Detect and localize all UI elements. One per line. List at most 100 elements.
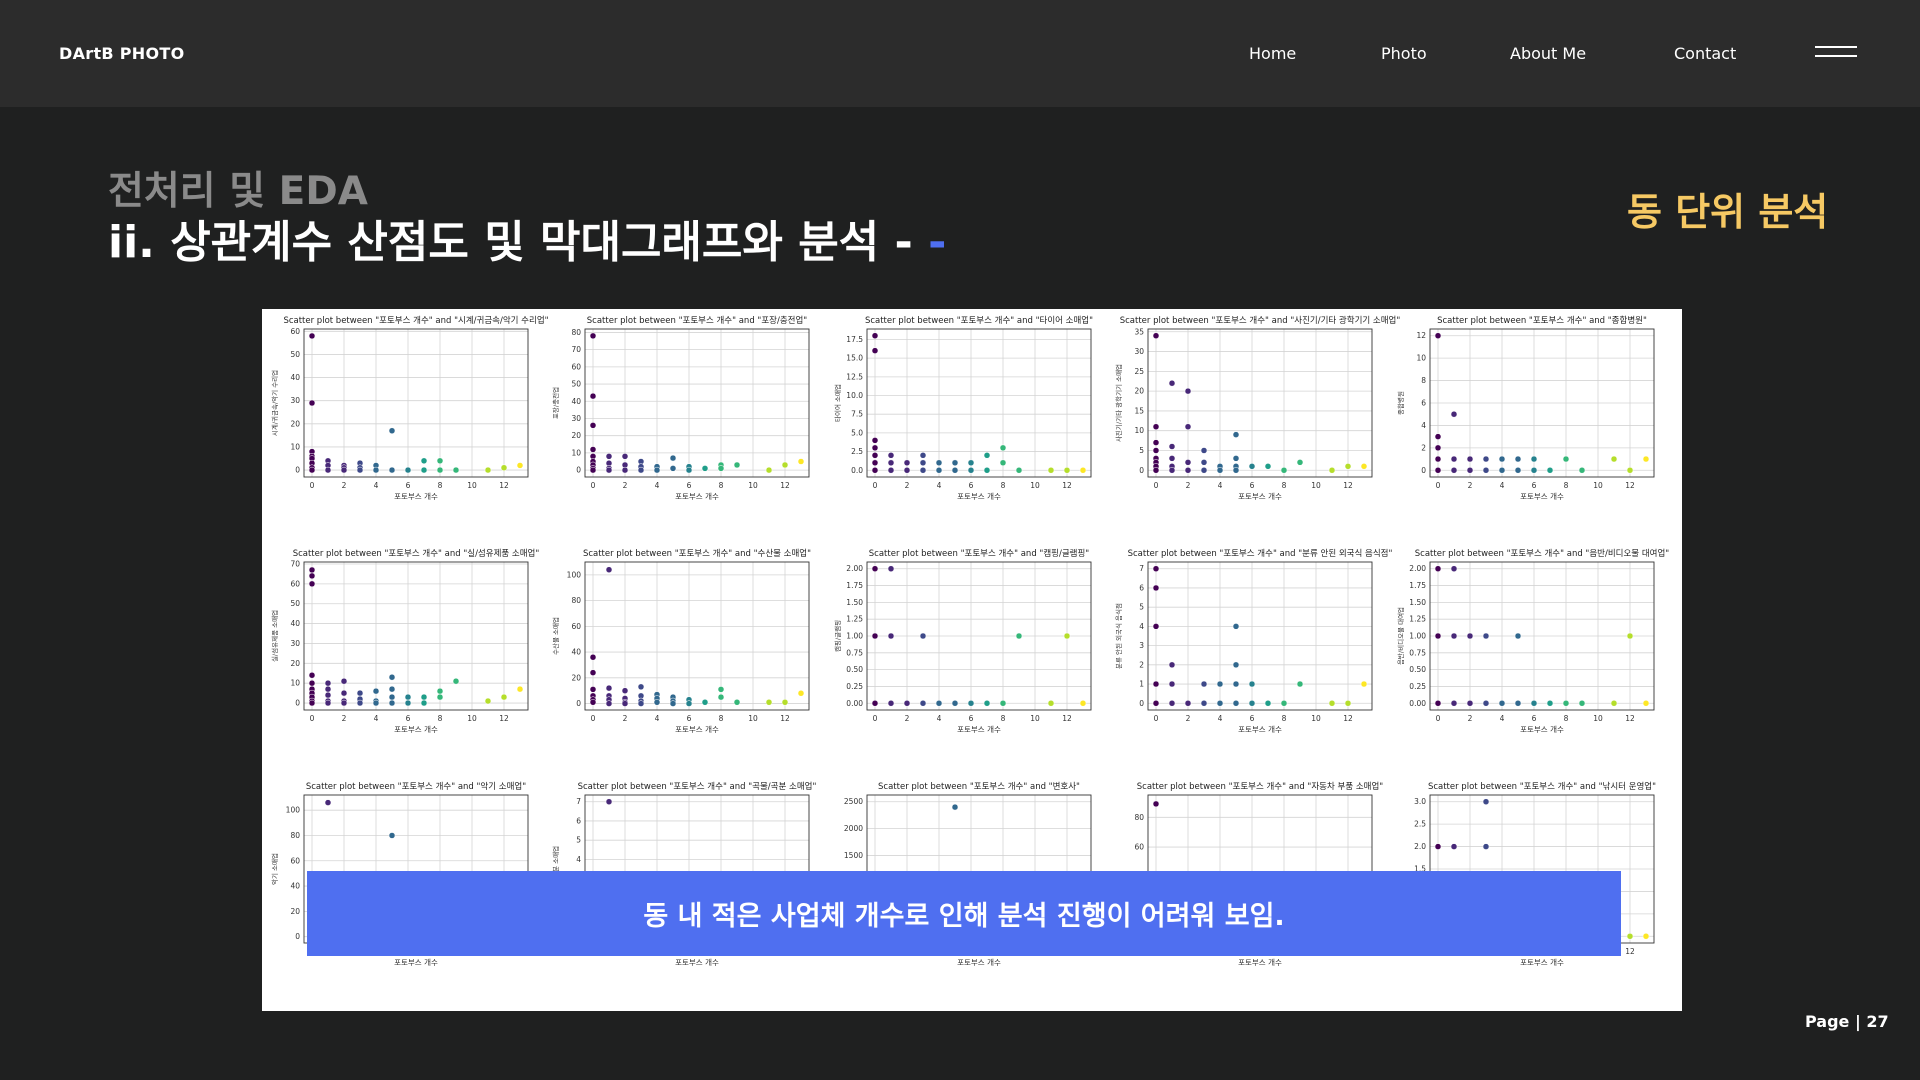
scatter-point <box>605 466 613 474</box>
x-tick-label: 0 <box>873 481 878 490</box>
scatter-point <box>1216 680 1224 688</box>
x-tick-label: 10 <box>1030 481 1040 490</box>
scatter-point <box>1498 455 1506 463</box>
scatter-point <box>797 458 805 465</box>
scatter-point <box>308 399 316 407</box>
scatter-point <box>1450 632 1458 640</box>
scatter-point <box>404 699 412 707</box>
scatter-point <box>1232 623 1240 630</box>
x-axis-label: 포토부스 개수 <box>394 724 438 734</box>
x-tick-label: 0 <box>591 481 596 490</box>
scatter-point <box>308 332 316 340</box>
scatter-point <box>1434 444 1442 452</box>
scatter-point <box>1152 584 1160 592</box>
plot-title: Scatter plot between "포토부스 개수" and "자동차 … <box>1137 781 1384 792</box>
x-tick-label: 12 <box>499 481 509 490</box>
scatter-point <box>1152 439 1160 446</box>
scatter-point <box>589 332 597 340</box>
hamburger-menu-icon[interactable] <box>1815 46 1857 58</box>
scatter-point <box>621 687 629 694</box>
scatter-point <box>1015 467 1023 474</box>
nav-contact[interactable]: Contact <box>1674 44 1736 63</box>
scatter-point <box>1280 700 1288 707</box>
scatter-point <box>1152 332 1160 339</box>
y-tick-label: 0 <box>576 466 581 475</box>
nav-about-me[interactable]: About Me <box>1510 44 1586 63</box>
x-tick-label: 6 <box>969 481 974 490</box>
nav-photo[interactable]: Photo <box>1381 44 1427 63</box>
scatter-point <box>887 467 895 474</box>
y-tick-label: 12.5 <box>846 372 863 381</box>
y-tick-label: 15.0 <box>846 354 863 363</box>
scatter-point <box>356 689 364 697</box>
y-tick-label: 7 <box>576 797 581 806</box>
scatter-point <box>1450 700 1458 707</box>
top-navigation-bar: DArtB PHOTO Home Photo About Me Contact <box>0 0 1920 107</box>
scatter-point <box>372 699 380 707</box>
y-tick-label: 8 <box>1421 376 1426 385</box>
scatter-plot-10: Scatter plot between "포토부스 개수" and "음반/비… <box>1396 548 1669 734</box>
x-tick-label: 4 <box>937 481 942 490</box>
scatter-point <box>308 566 316 574</box>
plot-title: Scatter plot between "포토부스 개수" and "악기 소… <box>306 781 526 792</box>
scatter-point <box>871 467 879 474</box>
x-tick-label: 6 <box>1532 481 1537 490</box>
x-axis-label: 포토부스 개수 <box>394 957 438 967</box>
y-tick-label: 0 <box>295 466 300 475</box>
x-tick-label: 10 <box>748 714 758 723</box>
scatter-plot-3: Scatter plot between "포토부스 개수" and "타이어 … <box>833 315 1093 501</box>
scatter-point <box>1450 843 1458 850</box>
scatter-point <box>1466 632 1474 640</box>
scatter-point <box>388 832 396 839</box>
x-tick-label: 4 <box>655 714 660 723</box>
y-tick-label: 60 <box>290 856 300 865</box>
scatter-point <box>484 466 492 474</box>
y-tick-label: 10 <box>290 442 300 451</box>
x-axis-label: 포토부스 개수 <box>957 491 1001 501</box>
scatter-point <box>871 347 879 354</box>
brand-logo[interactable]: DArtB PHOTO <box>59 44 185 63</box>
x-axis-label: 포토부스 개수 <box>675 724 719 734</box>
x-axis-label: 포토부스 개수 <box>1238 957 1282 967</box>
y-tick-label: 60 <box>571 362 581 371</box>
y-tick-label: 1 <box>1139 680 1144 689</box>
scatter-point <box>589 653 597 661</box>
y-tick-label: 20 <box>290 907 300 916</box>
scatter-point <box>967 467 975 474</box>
scatter-point <box>1530 467 1538 474</box>
y-tick-label: 0 <box>1139 699 1144 708</box>
scatter-point <box>452 677 460 685</box>
y-tick-label: 4 <box>1139 622 1144 631</box>
scatter-point <box>797 690 805 697</box>
scatter-point <box>871 565 879 572</box>
scatter-point <box>605 684 613 692</box>
y-tick-label: 10 <box>290 679 300 688</box>
y-tick-label: 1.25 <box>846 615 863 624</box>
x-axis-label: 포토부스 개수 <box>675 957 719 967</box>
scatter-point <box>903 467 911 474</box>
scatter-point <box>1296 680 1304 688</box>
scatter-point <box>1232 700 1240 707</box>
scatter-point <box>388 673 396 681</box>
scatter-point <box>1248 700 1256 707</box>
plot-frame <box>584 328 810 478</box>
x-tick-label: 2 <box>1186 481 1191 490</box>
y-tick-label: 60 <box>290 579 300 588</box>
scatter-point <box>1434 467 1442 474</box>
scatter-point <box>1450 565 1458 572</box>
y-tick-label: 5.0 <box>851 428 863 437</box>
scatter-point <box>1200 447 1208 454</box>
y-tick-label: 100 <box>567 570 582 579</box>
slide-title-accent-dash: - <box>928 217 947 268</box>
scatter-point <box>983 700 991 707</box>
scatter-point <box>1450 410 1458 418</box>
y-tick-label: 20 <box>290 659 300 668</box>
y-tick-label: 0.00 <box>846 699 863 708</box>
y-tick-label: 0.25 <box>1409 682 1426 691</box>
nav-home[interactable]: Home <box>1249 44 1296 63</box>
scatter-point <box>1168 700 1176 707</box>
scatter-point <box>983 452 991 459</box>
scatter-point <box>372 687 380 695</box>
scatter-point <box>1546 700 1554 707</box>
scatter-point <box>951 803 959 811</box>
